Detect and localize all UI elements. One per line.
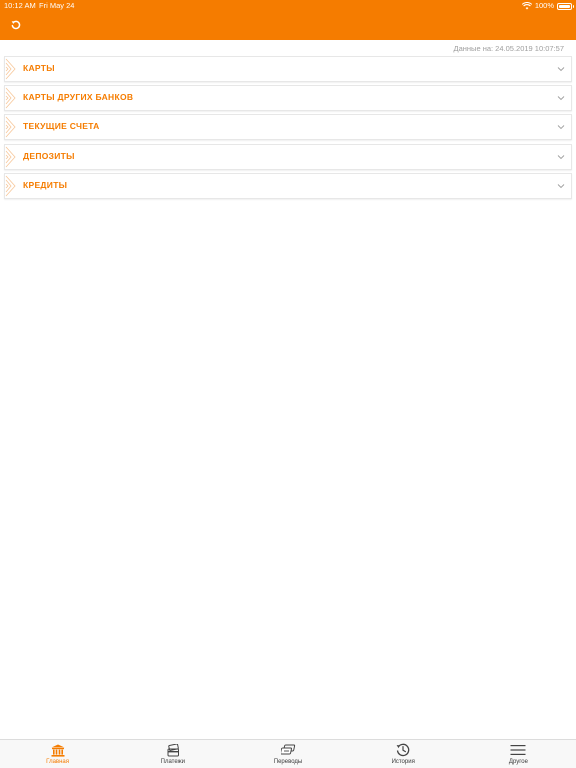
account-section-label: КАРТЫ bbox=[23, 63, 55, 73]
tab-label: Главная bbox=[46, 759, 70, 765]
ornament-icon bbox=[5, 145, 17, 169]
chevron-down-icon bbox=[557, 94, 565, 102]
bank-icon bbox=[50, 742, 66, 758]
tab-label: Платежи bbox=[160, 759, 185, 765]
account-section-other-bank-cards[interactable]: КАРТЫ ДРУГИХ БАНКОВ bbox=[4, 85, 572, 112]
ornament-icon bbox=[5, 115, 17, 139]
accounts-list: КАРТЫ КАРТЫ ДРУГИХ БАНКОВ ТЕКУЩИЕ СЧЕТА bbox=[4, 56, 572, 202]
payments-icon bbox=[165, 742, 181, 758]
tab-label: История bbox=[391, 759, 415, 765]
account-section-deposits[interactable]: ДЕПОЗИТЫ bbox=[4, 143, 572, 170]
tab-label: Переводы bbox=[273, 759, 303, 765]
refresh-button[interactable] bbox=[9, 18, 23, 32]
chevron-down-icon bbox=[557, 65, 565, 73]
app-screen: 10:12 AM Fri May 24 100% Данные на: 24.0… bbox=[0, 0, 576, 768]
history-icon bbox=[395, 742, 411, 758]
account-section-label: КРЕДИТЫ bbox=[23, 179, 68, 190]
ornament-icon bbox=[5, 174, 17, 198]
account-section-loans[interactable]: КРЕДИТЫ bbox=[4, 172, 572, 199]
transfer-icon bbox=[280, 742, 296, 758]
wifi-icon bbox=[521, 2, 532, 10]
ornament-icon bbox=[5, 57, 17, 81]
chevron-down-icon bbox=[557, 123, 565, 131]
tab-other[interactable]: Другое bbox=[461, 740, 576, 768]
status-right: 100% bbox=[521, 0, 574, 12]
tab-home[interactable]: Главная bbox=[0, 740, 115, 768]
tab-label: Другое bbox=[508, 759, 528, 765]
tab-payments[interactable]: Платежи bbox=[115, 740, 230, 768]
status-time: 10:12 AM bbox=[4, 1, 36, 10]
ornament-icon bbox=[5, 86, 17, 110]
tab-history[interactable]: История bbox=[346, 740, 461, 768]
chevron-down-icon bbox=[557, 153, 565, 161]
data-updated-text: Данные на: 24.05.2019 10:07:57 bbox=[453, 44, 564, 53]
account-section-current-accounts[interactable]: ТЕКУЩИЕ СЧЕТА bbox=[4, 114, 572, 141]
account-section-label: ДЕПОЗИТЫ bbox=[23, 150, 75, 161]
battery-icon bbox=[557, 2, 574, 10]
status-date: Fri May 24 bbox=[39, 1, 75, 10]
account-section-cards[interactable]: КАРТЫ bbox=[4, 56, 572, 82]
battery-percent: 100% bbox=[534, 1, 554, 10]
top-bar: 10:12 AM Fri May 24 100% bbox=[0, 0, 576, 40]
chevron-down-icon bbox=[557, 182, 565, 190]
account-section-label: КАРТЫ ДРУГИХ БАНКОВ bbox=[23, 92, 134, 103]
menu-icon bbox=[510, 742, 526, 758]
account-section-label: ТЕКУЩИЕ СЧЕТА bbox=[23, 121, 100, 132]
status-bar: 10:12 AM Fri May 24 100% bbox=[0, 0, 576, 12]
refresh-icon bbox=[11, 20, 21, 30]
tab-transfers[interactable]: Переводы bbox=[230, 740, 345, 768]
bottom-tab-bar: Главная Платежи Переводы История Другое bbox=[0, 739, 576, 768]
